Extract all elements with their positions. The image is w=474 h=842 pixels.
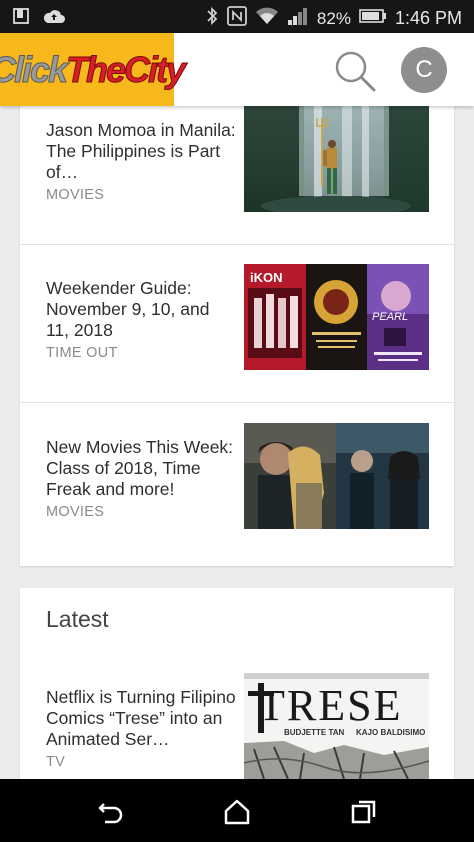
aquaman-waterfall-thumbnail[interactable] bbox=[244, 106, 429, 212]
recents-button[interactable] bbox=[349, 797, 379, 827]
search-icon bbox=[332, 51, 378, 98]
logo-part-city: City bbox=[124, 48, 187, 90]
section-heading: Latest bbox=[46, 606, 109, 632]
trese-comics-thumbnail[interactable]: TRESE BUDJETTE TAN KAJO BALDISIMO bbox=[244, 673, 429, 779]
article-text: Jason Momoa in Manila: The Philippines i… bbox=[46, 120, 236, 203]
home-icon bbox=[222, 799, 252, 831]
article-title[interactable]: New Movies This Week: Class of 2018, Tim… bbox=[46, 437, 236, 500]
article-item[interactable]: Weekender Guide: November 9, 10, and 11,… bbox=[20, 264, 454, 423]
divider bbox=[20, 244, 454, 245]
sim-icon bbox=[12, 7, 30, 30]
back-icon bbox=[96, 803, 126, 831]
nfc-icon bbox=[227, 6, 247, 31]
clock: 1:46 PM bbox=[394, 8, 462, 28]
article-title[interactable]: Weekender Guide: November 9, 10, and 11,… bbox=[46, 278, 236, 341]
ikon-poster-text: iKON bbox=[250, 270, 283, 285]
trese-author-text: BUDJETTE TAN bbox=[284, 728, 345, 737]
article-feed: Jason Momoa in Manila: The Philippines i… bbox=[0, 106, 474, 779]
trese-artist-text: KAJO BALDISIMO bbox=[356, 728, 425, 737]
article-category: MOVIES bbox=[46, 187, 105, 203]
system-nav-bar bbox=[0, 779, 474, 842]
weekender-posters-thumbnail[interactable]: iKON PEARL bbox=[244, 264, 429, 370]
cloud-upload-icon bbox=[42, 7, 66, 30]
user-avatar[interactable]: C bbox=[401, 47, 447, 93]
new-movies-thumbnail[interactable] bbox=[244, 423, 429, 529]
signal-icon bbox=[287, 6, 309, 31]
featured-card: Jason Momoa in Manila: The Philippines i… bbox=[20, 106, 454, 566]
bluetooth-icon bbox=[205, 6, 219, 31]
status-bar: 82% 1:46 PM bbox=[0, 0, 474, 33]
logo-part-click: Click bbox=[0, 48, 69, 90]
trese-title-text: TRESE bbox=[258, 681, 402, 730]
article-item[interactable]: Netflix is Turning Filipino Comics “Tres… bbox=[20, 673, 454, 779]
logo-part-the: The bbox=[66, 48, 127, 90]
article-item[interactable]: New Movies This Week: Class of 2018, Tim… bbox=[20, 423, 454, 582]
battery-icon bbox=[359, 8, 387, 29]
avatar-initial: C bbox=[415, 56, 433, 83]
clickthecity-logo[interactable]: ClickTheCity bbox=[0, 33, 187, 106]
pearl-poster-text: PEARL bbox=[372, 311, 408, 323]
article-text: New Movies This Week: Class of 2018, Tim… bbox=[46, 437, 236, 520]
article-category: TIME OUT bbox=[46, 345, 118, 361]
latest-card: Latest Netflix is Turning Filipino Comic… bbox=[20, 588, 454, 779]
wifi-icon bbox=[255, 6, 279, 31]
article-title[interactable]: Netflix is Turning Filipino Comics “Tres… bbox=[46, 687, 236, 750]
home-button[interactable] bbox=[222, 797, 252, 827]
logo-text: ClickTheCity bbox=[0, 48, 187, 91]
article-text: Netflix is Turning Filipino Comics “Tres… bbox=[46, 687, 236, 770]
recents-icon bbox=[349, 800, 379, 831]
back-button[interactable] bbox=[96, 797, 126, 827]
article-title[interactable]: Jason Momoa in Manila: The Philippines i… bbox=[46, 120, 236, 183]
article-category: MOVIES bbox=[46, 504, 105, 520]
search-button[interactable] bbox=[332, 48, 378, 94]
app-header: ClickTheCity C bbox=[0, 33, 474, 106]
battery-percent: 82% bbox=[316, 8, 351, 28]
article-text: Weekender Guide: November 9, 10, and 11,… bbox=[46, 278, 236, 361]
article-item[interactable]: Jason Momoa in Manila: The Philippines i… bbox=[20, 106, 454, 265]
divider bbox=[20, 402, 454, 403]
article-category: TV bbox=[46, 754, 66, 770]
